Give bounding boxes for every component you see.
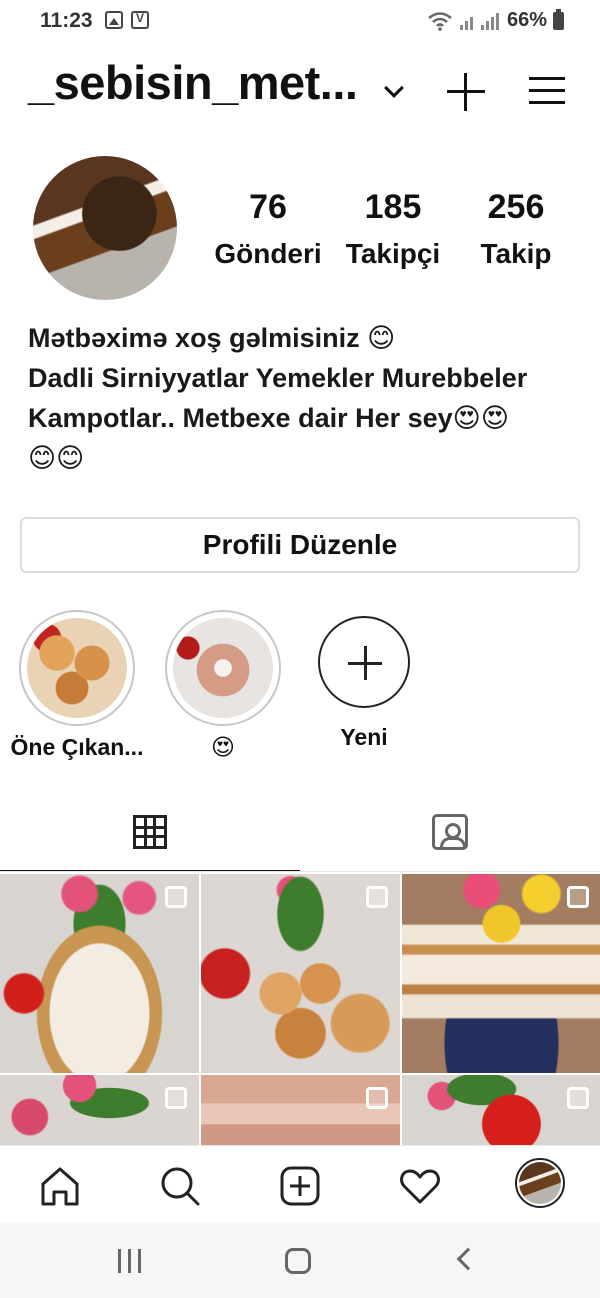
status-notification-icons	[105, 11, 149, 29]
add-highlight-icon	[318, 616, 410, 708]
highlight-featured[interactable]: Öne Çıkan...	[11, 610, 143, 760]
profile-avatar[interactable]	[33, 156, 177, 300]
stat-posts-label: Gönderi	[214, 238, 322, 269]
stat-followers[interactable]: 185 Takipçi	[323, 188, 463, 278]
stat-following-label: Takip	[480, 238, 552, 269]
stat-posts[interactable]: 76 Gönderi	[198, 188, 338, 278]
chevron-down-icon[interactable]	[384, 78, 404, 98]
plus-icon[interactable]	[447, 73, 485, 111]
post-thumbnail[interactable]	[402, 874, 600, 1073]
bottom-navigation	[0, 1145, 600, 1223]
bio-line: Kampotlar.. Metbexe dair Her sey😍😍	[28, 403, 509, 433]
post-thumbnail[interactable]	[0, 1075, 199, 1145]
tab-divider	[0, 871, 600, 872]
multiple-posts-icon	[366, 886, 388, 908]
grid-icon	[133, 815, 167, 849]
multiple-posts-icon	[165, 1087, 187, 1109]
profile-bio: Mətbəximə xoş gəlmisiniz 😊 Dadli Sirniyy…	[28, 318, 573, 478]
edit-profile-button[interactable]: Profili Düzenle	[20, 517, 580, 573]
battery-icon	[553, 8, 564, 30]
system-navigation-bar	[0, 1223, 600, 1298]
heart-icon[interactable]	[398, 1164, 442, 1208]
multiple-posts-icon	[165, 886, 187, 908]
multiple-posts-icon	[366, 1087, 388, 1109]
menu-icon[interactable]	[529, 77, 565, 105]
stat-following[interactable]: 256 Takip	[446, 188, 586, 278]
highlight-ring	[165, 610, 281, 726]
tagged-icon	[432, 814, 468, 850]
tab-tagged[interactable]	[300, 810, 600, 872]
highlight-label: 😍	[211, 734, 235, 760]
bio-line: Mətbəximə xoş gəlmisiniz 😊	[28, 323, 396, 353]
stat-posts-value: 76	[249, 188, 287, 226]
wifi-icon	[428, 11, 452, 31]
highlight-image	[27, 618, 127, 718]
highlight-emoji[interactable]: 😍	[165, 610, 281, 760]
status-right-group: 66%	[427, 8, 564, 32]
system-back-icon[interactable]	[456, 1247, 480, 1271]
post-thumbnail[interactable]	[0, 874, 199, 1073]
stat-following-value: 256	[487, 188, 545, 226]
highlight-ring	[19, 610, 135, 726]
home-icon[interactable]	[38, 1164, 82, 1208]
bio-line: Dadli Sirniyyatlar Yemekler Murebbeler	[28, 363, 528, 393]
multiple-posts-icon	[567, 886, 589, 908]
bio-line: 😊😊	[28, 443, 85, 473]
highlight-label: Yeni	[340, 724, 388, 750]
signal-icon	[459, 12, 499, 30]
post-thumbnail[interactable]	[402, 1075, 600, 1145]
profile-tab-avatar[interactable]	[515, 1158, 565, 1208]
tab-grid[interactable]	[0, 810, 300, 872]
username-title[interactable]: _sebisin_met...	[28, 55, 358, 110]
multiple-posts-icon	[567, 1087, 589, 1109]
new-post-icon[interactable]	[278, 1164, 322, 1208]
status-bar: 11:23 66%	[0, 0, 600, 44]
avatar	[519, 1162, 561, 1204]
profile-header: _sebisin_met...	[0, 55, 600, 125]
status-time: 11:23	[40, 9, 93, 32]
recent-apps-icon[interactable]	[118, 1249, 144, 1273]
stat-followers-value: 185	[364, 188, 422, 226]
image-icon	[105, 11, 123, 29]
post-thumbnail[interactable]	[201, 1075, 400, 1145]
search-icon[interactable]	[158, 1164, 202, 1208]
system-home-icon[interactable]	[285, 1248, 311, 1274]
highlight-image	[173, 618, 273, 718]
battery-percentage: 66%	[506, 9, 547, 31]
post-thumbnail[interactable]	[201, 874, 400, 1073]
highlight-label: Öne Çıkan...	[10, 734, 144, 760]
voicemail-icon	[131, 11, 149, 29]
stat-followers-label: Takipçi	[345, 238, 441, 269]
